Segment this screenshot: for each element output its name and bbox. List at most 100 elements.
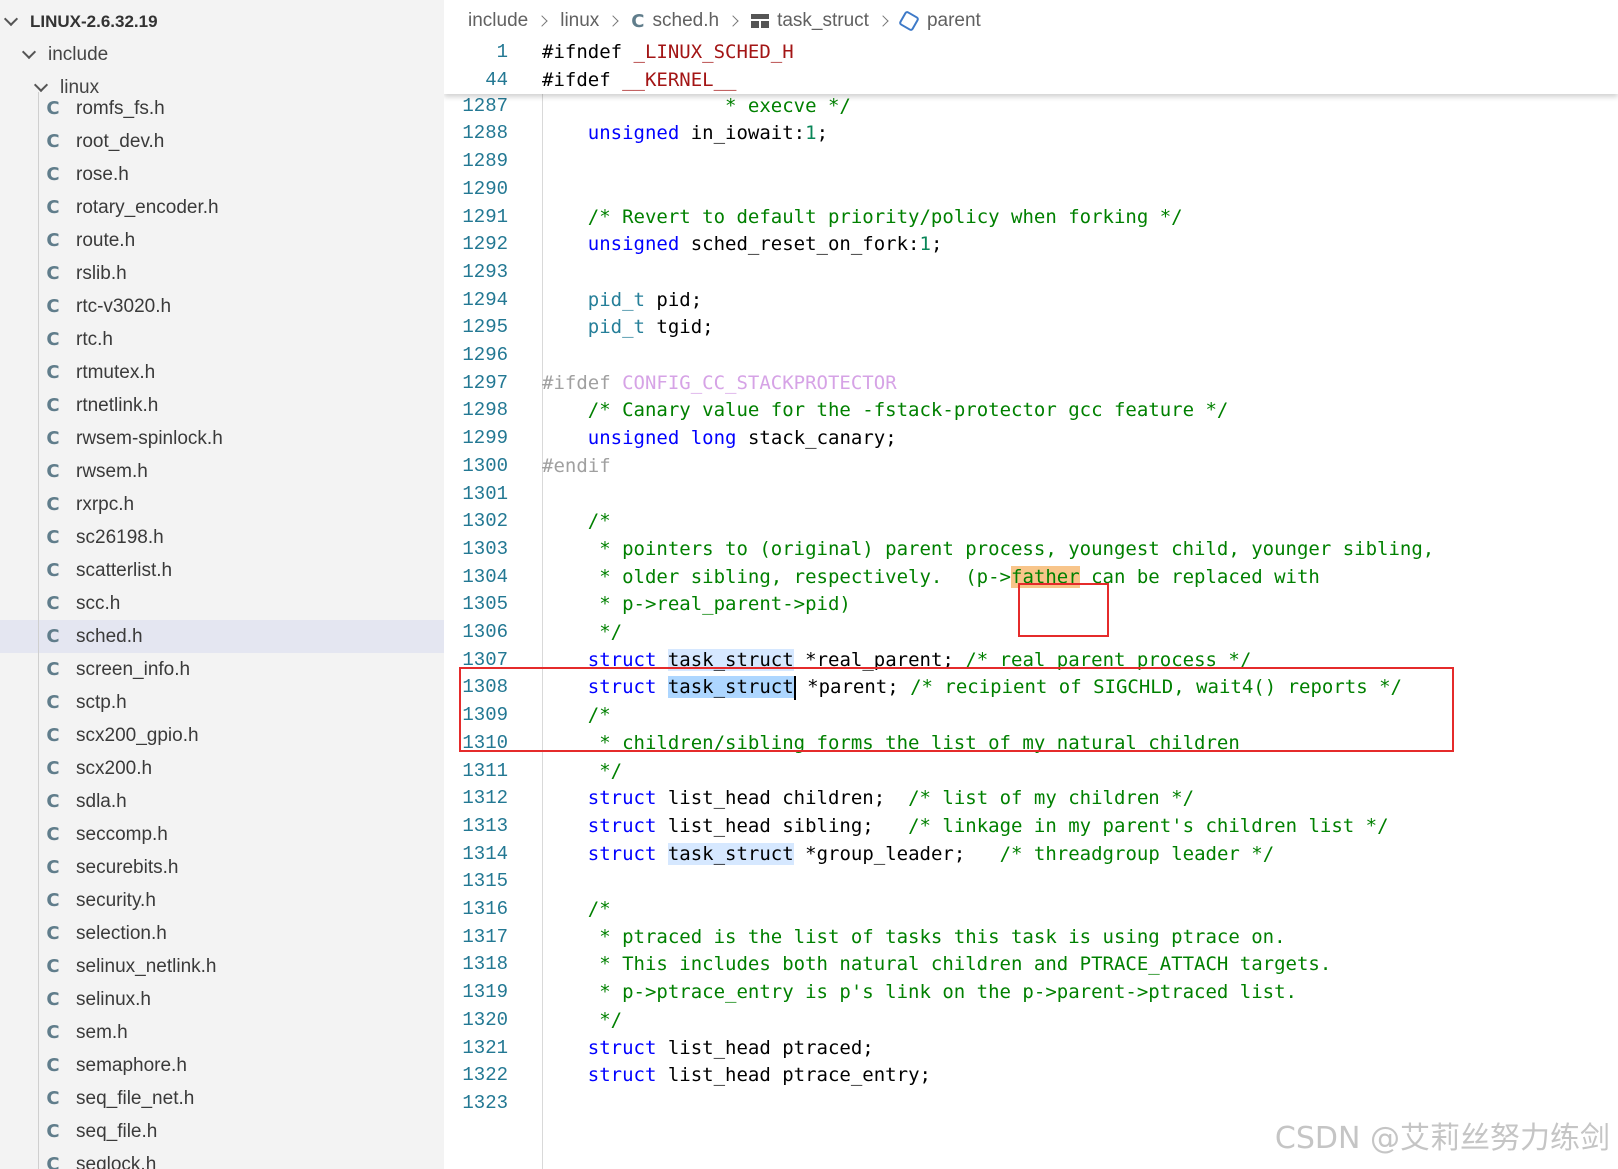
file-item[interactable]: Csdla.h	[0, 785, 444, 818]
code-line[interactable]: 1295 pid_t tgid;	[444, 313, 1618, 341]
file-item[interactable]: Cscx200_gpio.h	[0, 719, 444, 752]
code-line[interactable]: 1290	[444, 175, 1618, 203]
code-line[interactable]: 1320 */	[444, 1006, 1618, 1034]
code-line[interactable]: 1291 /* Revert to default priority/polic…	[444, 203, 1618, 231]
code-text: struct list_head children; /* list of my…	[587, 787, 1195, 810]
code-line[interactable]: 1289	[444, 147, 1618, 175]
indent-guide	[38, 719, 39, 752]
code-line[interactable]: 1287 * execve */	[444, 92, 1618, 120]
code-line[interactable]: 1299 unsigned long stack_canary;	[444, 424, 1618, 452]
c-file-icon: C	[46, 1022, 60, 1043]
breadcrumb-sched-h[interactable]: Csched.h	[631, 10, 719, 32]
breadcrumb-include-label: include	[468, 10, 529, 31]
breadcrumb-task-struct[interactable]: task_struct	[751, 10, 869, 32]
file-item[interactable]: Csecurity.h	[0, 884, 444, 917]
breadcrumb-parent[interactable]: parent	[898, 10, 981, 32]
file-item[interactable]: Cseq_file_net.h	[0, 1082, 444, 1115]
breadcrumb-include[interactable]: include	[468, 10, 528, 32]
code-line[interactable]: 1293	[444, 258, 1618, 286]
indent-guide	[38, 917, 39, 950]
file-item[interactable]: Cscatterlist.h	[0, 554, 444, 587]
file-item[interactable]: Cscreen_info.h	[0, 653, 444, 686]
code-line[interactable]: 1321 struct list_head ptraced;	[444, 1034, 1618, 1062]
code-line[interactable]: 1297 #ifdef CONFIG_CC_STACKPROTECTOR	[444, 369, 1618, 397]
code-line[interactable]: 1302 /*	[444, 507, 1618, 535]
file-item[interactable]: Cselinux.h	[0, 983, 444, 1016]
code-line[interactable]: 1296	[444, 341, 1618, 369]
file-item[interactable]: Csched.h	[0, 620, 444, 653]
line-number: 1302	[462, 510, 508, 533]
code-line[interactable]: 1315	[444, 867, 1618, 895]
line-number: 1297	[462, 371, 508, 394]
file-item[interactable]: Cselinux_netlink.h	[0, 950, 444, 983]
file-item[interactable]: Crwsem-spinlock.h	[0, 422, 444, 455]
code-line[interactable]: 1 #ifndef _LINUX_SCHED_H	[444, 38, 1618, 66]
explorer-sidebar: LINUX-2.6.32.19 include linux Cromfs_fs.…	[0, 0, 444, 1169]
breadcrumb-linux[interactable]: linux	[560, 10, 599, 32]
file-item[interactable]: Crslib.h	[0, 257, 444, 290]
code-line[interactable]: 1318 * This includes both natural childr…	[444, 950, 1618, 978]
file-item[interactable]: Csc26198.h	[0, 521, 444, 554]
file-item[interactable]: Crtc.h	[0, 323, 444, 356]
code-line[interactable]: 1314 struct task_struct *group_leader; /…	[444, 840, 1618, 868]
code-line[interactable]: 44 #ifdef __KERNEL__	[444, 66, 1618, 94]
file-item[interactable]: Cscx200.h	[0, 752, 444, 785]
file-item[interactable]: Cseq_file.h	[0, 1115, 444, 1148]
code-line[interactable]: 1316 /*	[444, 895, 1618, 923]
c-file-icon: C	[46, 230, 60, 251]
c-file-icon: C	[46, 1055, 60, 1076]
file-item[interactable]: Cscc.h	[0, 587, 444, 620]
file-item-label: rtnetlink.h	[76, 394, 159, 416]
code-line[interactable]: 1298 /* Canary value for the -fstack-pro…	[444, 396, 1618, 424]
indent-guide	[38, 752, 39, 785]
line-number: 1321	[462, 1036, 508, 1059]
code-text: */	[542, 1008, 623, 1031]
line-number: 1288	[462, 122, 508, 145]
code-line[interactable]: 1300 #endif	[444, 452, 1618, 480]
indent-guide	[38, 521, 39, 554]
explorer-root-folder[interactable]: LINUX-2.6.32.19	[0, 5, 444, 38]
file-item[interactable]: Csem.h	[0, 1016, 444, 1049]
file-item[interactable]: Csecurebits.h	[0, 851, 444, 884]
c-file-icon: C	[46, 329, 60, 350]
file-item[interactable]: Crtc-v3020.h	[0, 290, 444, 323]
c-file-icon: C	[46, 1154, 60, 1169]
c-file-icon: C	[46, 560, 60, 581]
code-line[interactable]: 1294 pid_t pid;	[444, 286, 1618, 314]
file-item[interactable]: Cseqlock.h	[0, 1148, 444, 1169]
file-item[interactable]: Croot_dev.h	[0, 125, 444, 158]
code-line[interactable]: 1313 struct list_head sibling; /* linkag…	[444, 812, 1618, 840]
code-line[interactable]: 1292 unsigned sched_reset_on_fork:1;	[444, 230, 1618, 258]
code-line[interactable]: 1303 * pointers to (original) parent pro…	[444, 535, 1618, 563]
file-item[interactable]: Croute.h	[0, 224, 444, 257]
file-item[interactable]: Cseccomp.h	[0, 818, 444, 851]
line-number: 1298	[462, 399, 508, 422]
file-item[interactable]: Crtmutex.h	[0, 356, 444, 389]
file-item[interactable]: Cselection.h	[0, 917, 444, 950]
file-item[interactable]: Cromfs_fs.h	[0, 92, 444, 125]
line-number: 1322	[462, 1064, 508, 1087]
code-line[interactable]: 1288 unsigned in_iowait:1;	[444, 119, 1618, 147]
code-line[interactable]: 1319 * p->ptrace_entry is p's link on th…	[444, 978, 1618, 1006]
line-number: 1315	[462, 870, 508, 893]
code-line[interactable]: 1301	[444, 480, 1618, 508]
folder-include[interactable]: include	[0, 38, 444, 71]
c-file-icon: C	[46, 296, 60, 317]
indent-guide	[38, 983, 39, 1016]
code-line[interactable]: 1311 */	[444, 757, 1618, 785]
line-number: 1290	[462, 177, 508, 200]
file-item[interactable]: Csctp.h	[0, 686, 444, 719]
file-item[interactable]: Crwsem.h	[0, 455, 444, 488]
file-item[interactable]: Crtnetlink.h	[0, 389, 444, 422]
file-item[interactable]: Crxrpc.h	[0, 488, 444, 521]
code-line[interactable]: 1312 struct list_head children; /* list …	[444, 784, 1618, 812]
file-item[interactable]: Crose.h	[0, 158, 444, 191]
sticky-scroll[interactable]: 1 #ifndef _LINUX_SCHED_H 44 #ifdef __KERNEL…	[444, 38, 1618, 94]
file-item[interactable]: Csemaphore.h	[0, 1049, 444, 1082]
file-item[interactable]: Crotary_encoder.h	[0, 191, 444, 224]
code-line[interactable]: 1317 * ptraced is the list of tasks this…	[444, 923, 1618, 951]
file-item-label: sched.h	[76, 625, 143, 647]
file-item-label: screen_info.h	[76, 658, 191, 680]
code-line[interactable]: 1322 struct list_head ptrace_entry;	[444, 1061, 1618, 1089]
c-file-icon: C	[46, 131, 60, 152]
